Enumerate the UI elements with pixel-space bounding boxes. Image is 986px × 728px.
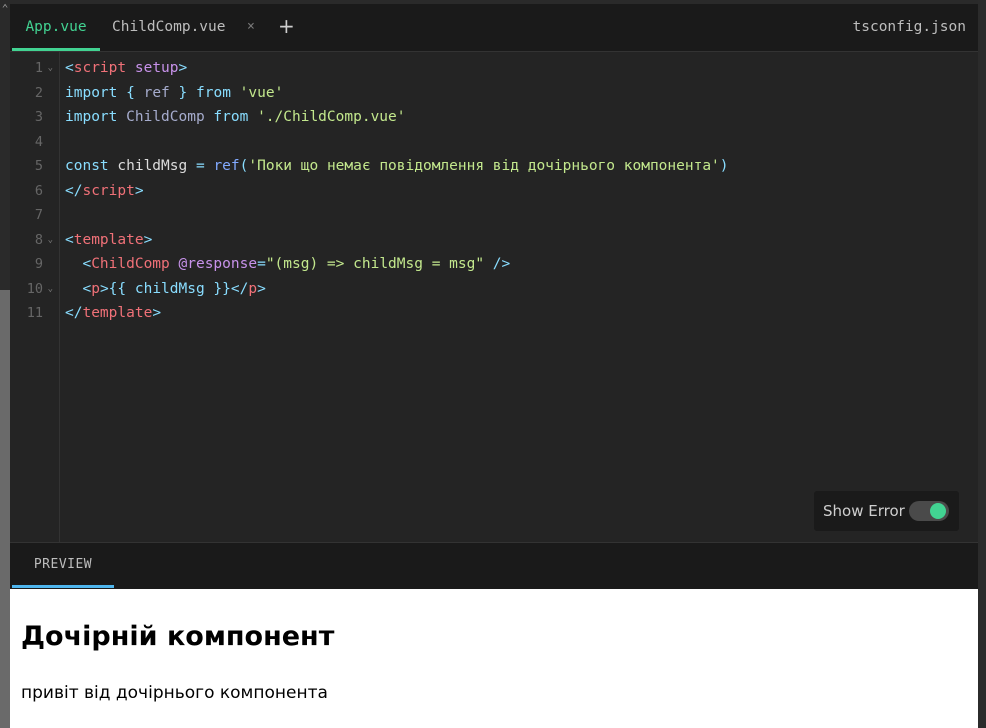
line-number: 7: [34, 207, 43, 223]
code-line: </script>: [65, 182, 144, 199]
playground-window: ⌃ App.vue ChildComp.vue × + tsconfig.jso…: [0, 0, 986, 728]
resize-corner-icon: ⌃: [1, 2, 9, 15]
add-file-icon[interactable]: +: [278, 4, 295, 51]
line-number: 8 ⌄: [35, 228, 53, 253]
tab-tsconfig-json[interactable]: tsconfig.json: [853, 4, 967, 51]
line-number: 9: [34, 256, 43, 272]
code-line: </template>: [65, 305, 162, 321]
code-line: import ChildComp from './ChildComp.vue': [65, 109, 406, 125]
toggle-knob: [930, 503, 946, 519]
tab-childcomp-vue[interactable]: ChildComp.vue: [112, 4, 226, 51]
line-number: 4: [34, 133, 43, 150]
fold-chevron-icon[interactable]: ⌄: [45, 277, 53, 302]
show-error-toggle-panel: Show Error: [814, 491, 959, 531]
line-number: 1 ⌄: [35, 56, 53, 81]
show-error-label: Show Error: [823, 502, 905, 520]
file-tab-bar: App.vue ChildComp.vue × + tsconfig.json: [10, 0, 978, 52]
fold-chevron-icon[interactable]: ⌄: [45, 56, 53, 81]
right-window-edge: [978, 0, 986, 728]
line-number: 10 ⌄: [27, 277, 53, 302]
line-number-gutter: 1 ⌄ 2 3 4 5 6 7 8 ⌄ 9 10 ⌄ 11: [10, 52, 60, 542]
code-line: <ChildComp @response="(msg) => childMsg …: [82, 256, 511, 272]
line-number: 11: [26, 305, 43, 321]
line-number: 3: [34, 109, 43, 125]
code-line: const childMsg = ref('Поки що немає пові…: [65, 158, 729, 174]
code-line: import { ref } from 'vue': [65, 84, 284, 101]
preview-tab-bar: PREVIEW: [10, 542, 978, 589]
code-line: <template>: [65, 231, 153, 248]
fold-chevron-icon[interactable]: ⌄: [45, 228, 53, 253]
preview-pane: Дочірній компонент привіт від дочірнього…: [10, 589, 978, 728]
preview-heading: Дочірній компонент: [21, 621, 335, 652]
code-line: <p>{{ childMsg }}</p>: [82, 280, 266, 297]
line-number: 6: [34, 182, 43, 199]
code-line: <script setup>: [65, 60, 188, 76]
code-content[interactable]: <script setup> import { ref } from 'vue'…: [65, 56, 729, 326]
tab-app-vue[interactable]: App.vue: [12, 4, 100, 51]
show-error-toggle[interactable]: [909, 501, 949, 521]
line-number: 2: [34, 84, 43, 101]
close-icon[interactable]: ×: [247, 4, 255, 51]
left-scrollbar-thumb[interactable]: [0, 290, 10, 728]
code-editor[interactable]: 1 ⌄ 2 3 4 5 6 7 8 ⌄ 9 10 ⌄ 11 <script setup…: [10, 52, 978, 542]
tab-preview[interactable]: PREVIEW: [12, 543, 114, 588]
preview-paragraph: привіт від дочірнього компонента: [21, 683, 328, 703]
left-window-edge: ⌃: [0, 0, 10, 728]
line-number: 5: [34, 158, 43, 174]
